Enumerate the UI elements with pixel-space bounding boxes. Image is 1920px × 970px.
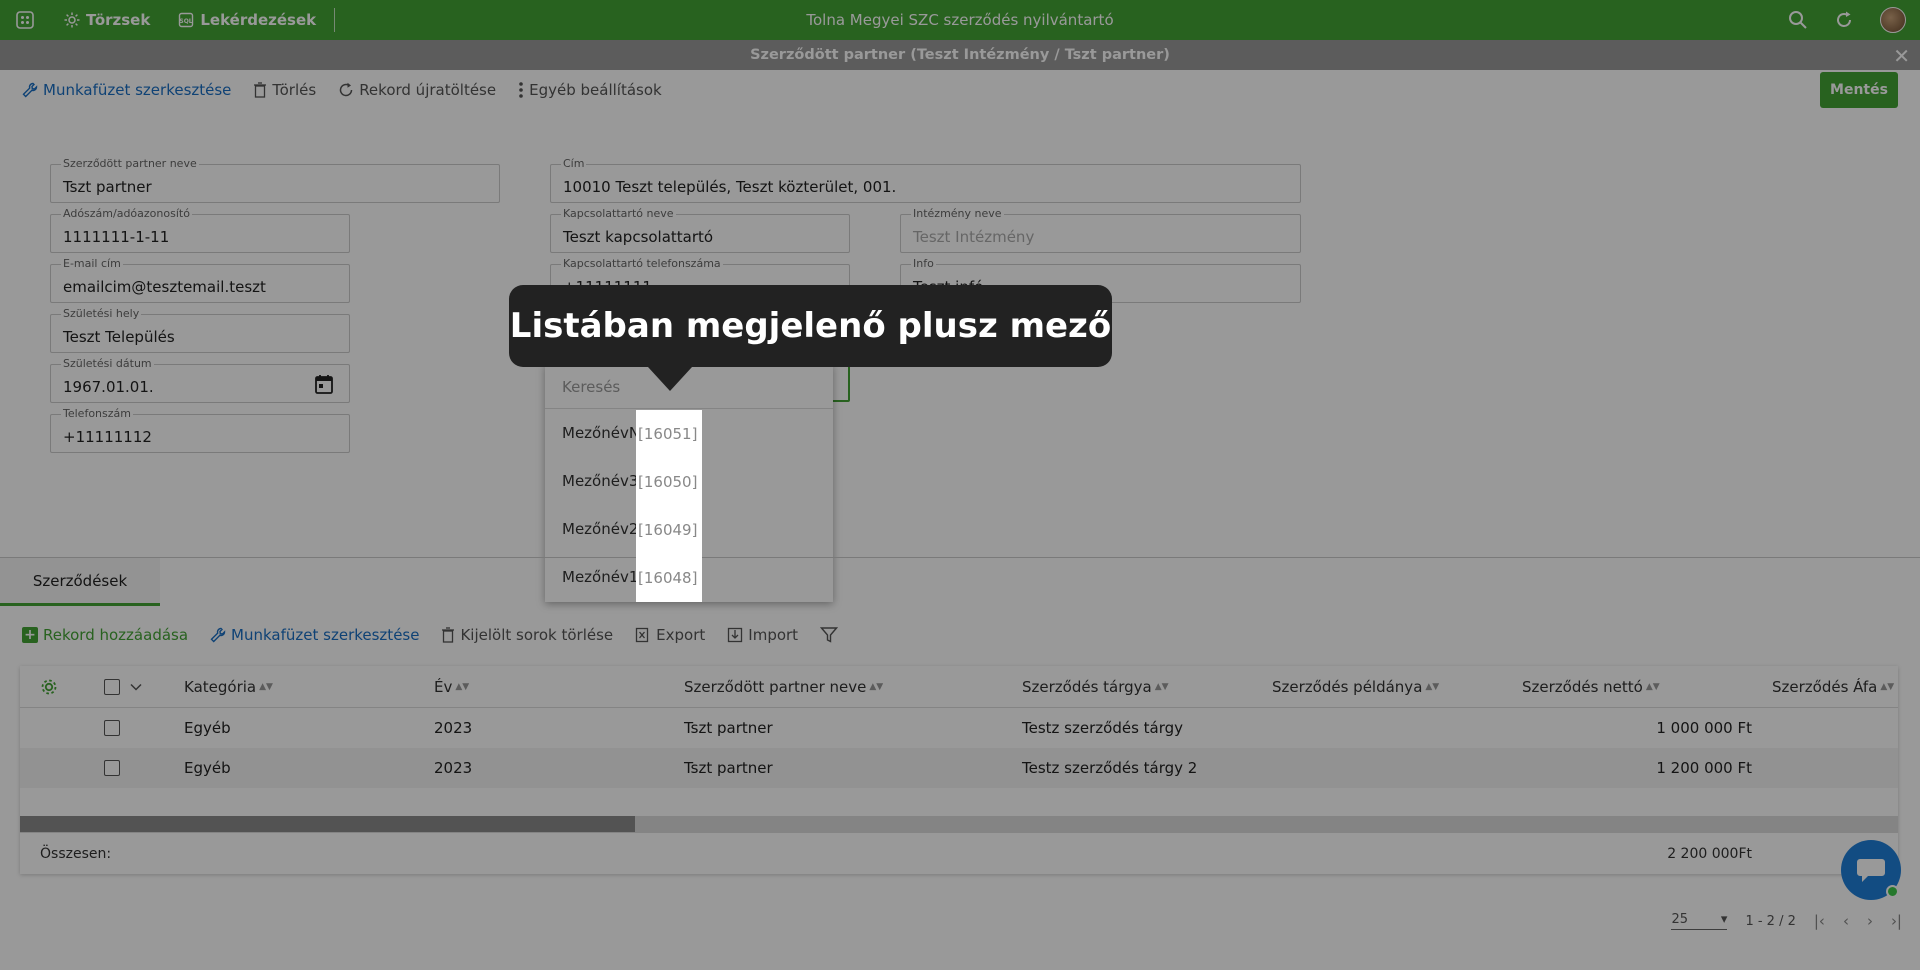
tooltip-arrow [648,367,692,391]
highlighted-code: [16049] [638,521,698,539]
highlighted-code: [16048] [638,569,698,587]
tour-overlay [0,0,1920,970]
highlighted-code-column: [16051] [16050] [16049] [16048] [636,410,702,602]
tooltip-text: Listában megjelenő plusz mező [509,306,1112,346]
highlighted-code: [16051] [638,425,698,443]
highlighted-code: [16050] [638,473,698,491]
tour-tooltip: Listában megjelenő plusz mező [509,285,1112,367]
